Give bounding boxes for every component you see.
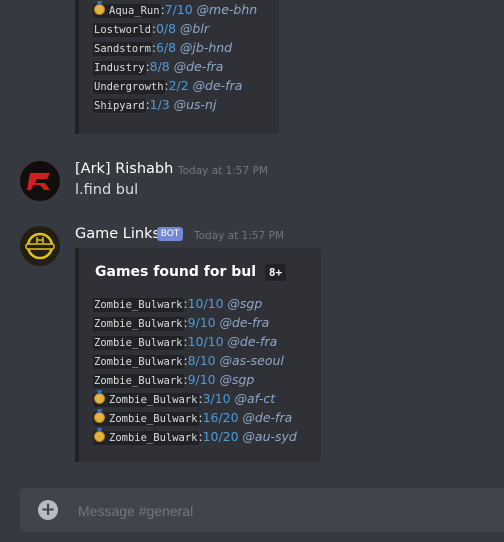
game-row: Zombie_Bulwark:10/10 @de-fra: [93, 332, 277, 351]
message-username[interactable]: [Ark] Rishabh: [75, 161, 173, 177]
player-count: 9/10: [187, 315, 216, 330]
game-name: Aqua_Run: [93, 4, 161, 18]
game-name: Shipyard: [93, 99, 146, 113]
embed-title-badge: 8+: [264, 264, 287, 281]
game-row: Zombie_Bulwark:3/10 @af-ct: [93, 389, 275, 408]
games-embed: Games found for bul 8+ Zombie_Bulwark:10…: [75, 248, 321, 462]
server-host-link[interactable]: @sgp: [219, 372, 254, 387]
bot-badge: BOT: [157, 227, 183, 241]
game-name: Zombie_Bulwark: [93, 317, 184, 331]
game-row: Zombie_Bulwark:8/10 @as-seoul: [93, 351, 284, 370]
player-count: 1/3: [149, 97, 170, 112]
game-row: Undergrowth:2/2 @de-fra: [93, 76, 242, 95]
message-composer: +: [20, 488, 504, 532]
message-timestamp: Today at 1:57 PM: [194, 230, 284, 242]
game-row: Zombie_Bulwark:9/10 @de-fra: [93, 313, 269, 332]
server-host-link[interactable]: @de-fra: [227, 334, 277, 349]
player-count: 7/10: [164, 2, 193, 17]
game-row: Zombie_Bulwark:10/10 @sgp: [93, 294, 262, 313]
game-name-text: Zombie_Bulwark: [94, 375, 183, 387]
player-count: 10/10: [187, 334, 224, 349]
game-name-text: Sandstorm: [94, 43, 151, 55]
medal-icon: [94, 431, 105, 442]
game-links-logo-icon: [25, 232, 55, 260]
medal-icon: [94, 4, 105, 15]
game-name: Zombie_Bulwark: [93, 336, 184, 350]
game-row: Lostworld:0/8 @blr: [93, 19, 209, 38]
medal-icon: [94, 412, 105, 423]
game-name-text: Zombie_Bulwark: [109, 432, 198, 444]
message-text: l.find bul: [75, 182, 139, 198]
player-count: 0/8: [155, 21, 177, 36]
game-name-text: Zombie_Bulwark: [94, 318, 183, 330]
r-logo-icon: [27, 173, 50, 190]
game-name: Zombie_Bulwark: [93, 355, 184, 369]
game-row: Zombie_Bulwark:10/20 @au-syd: [93, 427, 297, 446]
game-name-text: Undergrowth: [94, 81, 164, 93]
game-name-text: Zombie_Bulwark: [94, 299, 183, 311]
server-host-link[interactable]: @de-fra: [242, 410, 292, 425]
player-count: 3/10: [202, 391, 231, 406]
game-name: Zombie_Bulwark: [93, 374, 184, 388]
game-name-text: Industry: [94, 62, 145, 74]
game-name-text: Aqua_Run: [109, 5, 160, 17]
game-name: Industry: [93, 61, 146, 75]
server-host-link[interactable]: @jb-hnd: [180, 40, 232, 55]
server-host-link[interactable]: @blr: [180, 21, 209, 36]
player-count: 2/2: [168, 78, 189, 93]
game-name: Zombie_Bulwark: [93, 412, 199, 426]
medal-icon: [94, 393, 105, 404]
game-name: Zombie_Bulwark: [93, 298, 184, 312]
game-name: Lostworld: [93, 23, 152, 37]
server-host-link[interactable]: @us-nj: [174, 97, 217, 112]
message-timestamp: Today at 1:57 PM: [178, 165, 268, 177]
previous-embed: Seastation:1/8 @us-njAqua_Run:7/10 @me-b…: [75, 0, 279, 134]
game-name-text: Zombie_Bulwark: [109, 413, 198, 425]
message-input[interactable]: [76, 498, 480, 524]
game-name-text: Shipyard: [94, 100, 145, 112]
game-row: Zombie_Bulwark:16/20 @de-fra: [93, 408, 292, 427]
game-row: Shipyard:1/3 @us-nj: [93, 95, 216, 114]
game-row: Aqua_Run:7/10 @me-bhn: [93, 0, 257, 19]
server-host-link[interactable]: @af-ct: [234, 391, 275, 406]
plus-circle-icon[interactable]: +: [38, 500, 58, 520]
game-name-text: Lostworld: [94, 24, 151, 36]
player-count: 10/20: [202, 429, 239, 444]
player-count: 16/20: [202, 410, 239, 425]
bot-username[interactable]: Game Links: [75, 226, 160, 242]
game-name: Sandstorm: [93, 42, 152, 56]
embed-title: Games found for bul 8+: [95, 264, 287, 281]
player-count: 9/10: [187, 372, 216, 387]
game-name: Undergrowth: [93, 80, 165, 94]
player-count: 10/10: [187, 296, 224, 311]
server-host-link[interactable]: @au-syd: [242, 429, 296, 444]
game-row: Industry:8/8 @de-fra: [93, 57, 223, 76]
server-host-link[interactable]: @de-fra: [219, 315, 269, 330]
game-name: Zombie_Bulwark: [93, 393, 199, 407]
player-count: 8/10: [187, 353, 216, 368]
player-count: 6/8: [155, 40, 177, 55]
server-host-link[interactable]: @de-fra: [193, 78, 243, 93]
server-host-link[interactable]: @de-fra: [174, 59, 224, 74]
player-count: 8/8: [149, 59, 170, 74]
game-name-text: Zombie_Bulwark: [94, 356, 183, 368]
game-row: Zombie_Bulwark:9/10 @sgp: [93, 370, 254, 389]
server-host-link[interactable]: @as-seoul: [219, 353, 283, 368]
game-name-text: Zombie_Bulwark: [109, 394, 198, 406]
game-name: Zombie_Bulwark: [93, 431, 199, 445]
bot-avatar[interactable]: [20, 226, 60, 266]
avatar[interactable]: [20, 161, 60, 201]
server-host-link[interactable]: @me-bhn: [197, 2, 258, 17]
server-host-link[interactable]: @sgp: [227, 296, 262, 311]
game-row: Sandstorm:6/8 @jb-hnd: [93, 38, 232, 57]
embed-title-text: Games found for bul: [95, 264, 257, 280]
game-name-text: Zombie_Bulwark: [94, 337, 183, 349]
